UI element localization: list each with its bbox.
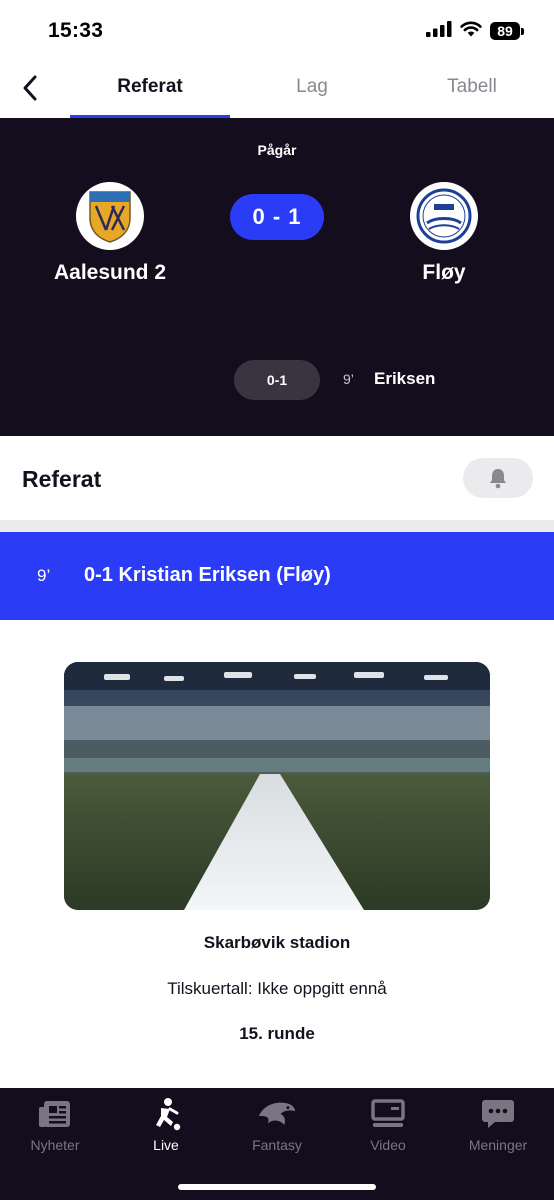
stadium-name: Skarbøvik stadion — [203, 933, 351, 952]
nav-label-video: Video — [370, 1137, 406, 1153]
battery-icon: 89 — [490, 22, 524, 40]
aalesund-crest-icon — [89, 191, 131, 243]
goal-score-badge: 0-1 — [234, 360, 320, 400]
floy-crest-icon — [416, 188, 472, 244]
referat-title: Referat — [22, 466, 102, 492]
bell-icon — [490, 469, 506, 489]
video-screen-icon — [368, 1096, 408, 1132]
match-header: Pågår Aalesund 2 0 - 1 Fløy 0-1 9’ Eriks… — [0, 118, 554, 436]
home-team-crest[interactable] — [76, 182, 144, 250]
goal-minute: 9’ — [343, 371, 354, 387]
nav-item-fantasy[interactable]: Fantasy — [222, 1096, 332, 1166]
wifi-icon — [460, 21, 482, 42]
event-minute: 9’ — [37, 566, 51, 585]
status-indicators: 89 — [426, 20, 524, 42]
nav-item-meninger[interactable]: Meninger — [443, 1096, 553, 1166]
chat-bubble-icon — [478, 1096, 518, 1132]
cellular-signal-icon — [426, 20, 452, 42]
nav-item-nyheter[interactable]: Nyheter — [0, 1096, 110, 1166]
away-team-crest[interactable] — [410, 182, 478, 250]
tab-tabell[interactable]: Tabell — [392, 76, 552, 98]
nav-label-live: Live — [153, 1137, 179, 1153]
away-team-name: Fløy — [422, 261, 466, 284]
eagle-icon — [257, 1096, 297, 1132]
match-score: 0 - 1 — [230, 194, 324, 240]
event-description: 0-1 Kristian Eriksen (Fløy) — [84, 564, 331, 586]
chevron-left-icon — [23, 75, 37, 101]
round-number: 15. runde — [239, 1024, 315, 1043]
referat-header: Referat — [0, 436, 554, 520]
home-indicator[interactable] — [178, 1184, 376, 1190]
home-team-name: Aalesund 2 — [53, 261, 167, 284]
player-kicking-icon — [146, 1096, 186, 1132]
nav-item-video[interactable]: Video — [333, 1096, 443, 1166]
nav-label-nyheter: Nyheter — [30, 1137, 80, 1153]
section-divider — [0, 520, 554, 532]
nav-label-fantasy: Fantasy — [252, 1137, 302, 1153]
match-status: Pågår — [257, 142, 297, 158]
tab-referat[interactable]: Referat — [70, 76, 230, 98]
newspaper-icon — [35, 1096, 75, 1132]
tab-lag[interactable]: Lag — [232, 76, 392, 98]
status-bar: 15:33 89 — [0, 0, 554, 62]
back-button[interactable] — [10, 68, 50, 108]
notification-button[interactable] — [463, 458, 533, 498]
bottom-navigation: Nyheter Live Fantasy Video Meninger — [0, 1088, 554, 1200]
status-time: 15:33 — [48, 19, 104, 42]
goal-scorer: Eriksen — [374, 369, 436, 388]
goal-event-row[interactable]: 9’ 0-1 Kristian Eriksen (Fløy) — [0, 532, 554, 620]
match-page: 15:33 89 Referat Lag Tabell Pågår Aalesu… — [0, 0, 554, 1200]
nav-label-meninger: Meninger — [468, 1137, 528, 1153]
nav-item-live[interactable]: Live — [111, 1096, 221, 1166]
top-tab-bar: Referat Lag Tabell — [0, 62, 554, 118]
stadium-image — [64, 662, 490, 910]
spectator-count: Tilskuertall: Ikke oppgitt ennå — [167, 979, 387, 998]
battery-level: 89 — [490, 22, 520, 40]
